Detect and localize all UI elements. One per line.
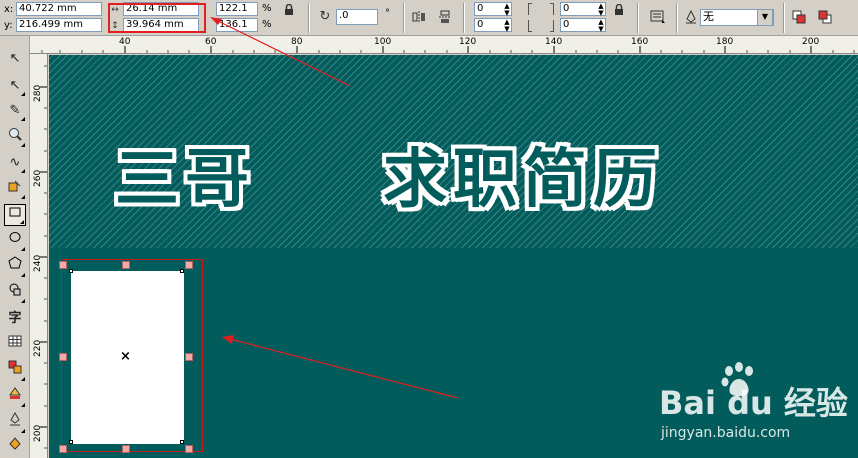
selection-handle[interactable]	[59, 261, 67, 269]
ruler-tick-label: 160	[631, 37, 649, 47]
watermark-url: jingyan.baidu.com	[661, 425, 791, 441]
separator	[676, 3, 678, 33]
text-tool-icon[interactable]: 字	[4, 308, 26, 330]
corner-top-icon	[550, 3, 554, 15]
selection-handle[interactable]	[185, 261, 193, 269]
ruler-tick-label: 240	[33, 254, 43, 272]
wrap-text-icon[interactable]	[650, 10, 665, 24]
polygon-tool-icon[interactable]	[4, 256, 26, 278]
center-marker-icon: ×	[120, 349, 131, 364]
app-window: x: 40.722 mm y: 216.499 mm ↔ 26.14 mm ↕ …	[0, 0, 858, 458]
ruler-tick-label: 180	[716, 37, 734, 47]
selection-handle[interactable]	[59, 353, 67, 361]
smart-fill-tool-icon[interactable]	[4, 178, 26, 200]
rectangle-tool-icon[interactable]	[4, 204, 26, 226]
scale-x-field[interactable]: 122.1	[216, 2, 258, 16]
scale-x-percent: %	[262, 3, 272, 14]
ruler-tick-label: 200	[33, 424, 43, 442]
ruler-tick-label: 260	[33, 169, 43, 187]
rotate-icon: ↻	[319, 9, 331, 24]
x-label: x:	[4, 4, 14, 15]
corner-node[interactable]	[69, 269, 73, 273]
mirror-vertical-icon[interactable]	[438, 10, 452, 24]
rotation-field[interactable]: .0	[336, 9, 378, 25]
title-resume-text[interactable]: 求职简历	[383, 128, 663, 220]
crop-tool-icon[interactable]: ✎	[4, 100, 26, 122]
separator	[463, 3, 465, 33]
chevron-down-icon[interactable]: ▼	[757, 9, 773, 26]
degree-label: °	[385, 8, 390, 19]
size-fields-highlight	[108, 3, 206, 33]
toolbox: ↖ ↖ ✎ ∿ 字	[0, 36, 30, 458]
spin-arrows-icon[interactable]: ▲ ▼	[502, 19, 512, 33]
lock-ratio-icon[interactable]	[282, 3, 296, 18]
horizontal-ruler[interactable]: 40 60 80 100 120 140 160 180 200	[30, 36, 858, 54]
table-tool-icon[interactable]	[4, 334, 26, 356]
separator	[403, 3, 405, 33]
selection-handle[interactable]	[59, 445, 67, 453]
basic-shapes-tool-icon[interactable]	[4, 282, 26, 304]
scale-y-percent: %	[262, 19, 272, 30]
spin-arrows-icon[interactable]: ▲ ▼	[596, 19, 606, 33]
y-position-field[interactable]: 216.499 mm	[16, 18, 102, 32]
freehand-tool-icon[interactable]: ∿	[4, 152, 26, 174]
separator	[308, 3, 310, 33]
eyedropper-tool-icon[interactable]	[4, 386, 26, 408]
vertical-ruler[interactable]: 280 260 240 220 200	[30, 54, 48, 458]
selection-handle[interactable]	[185, 353, 193, 361]
ruler-tick-label: 200	[802, 37, 820, 47]
selection-handle[interactable]	[185, 445, 193, 453]
interactive-blend-tool-icon[interactable]	[4, 360, 26, 382]
spin-arrows-icon[interactable]: ▲ ▼	[596, 3, 606, 17]
outline-tool-icon[interactable]	[4, 411, 26, 434]
scale-y-field[interactable]: 136.1	[216, 18, 258, 32]
corner-bottom-icon	[528, 20, 532, 32]
selection-handle[interactable]	[122, 445, 130, 453]
ruler-tick-label: 280	[33, 84, 43, 102]
ruler-tick-label: 40	[119, 37, 131, 47]
corner-top-icon	[528, 3, 532, 15]
outline-pen-icon	[684, 9, 698, 24]
ruler-tick-label: 100	[374, 37, 392, 47]
to-front-icon[interactable]	[792, 10, 806, 24]
spin-arrows-icon[interactable]: ▲ ▼	[502, 3, 512, 17]
watermark-logo: Bai du 经验	[659, 384, 848, 422]
ruler-tick-label: 60	[205, 37, 217, 47]
watermark: Bai du 经验 jingyan.baidu.com	[655, 361, 855, 456]
ruler-tick-label: 120	[459, 37, 477, 47]
corner-node[interactable]	[69, 440, 73, 444]
drawing-canvas[interactable]: 三哥 求职简历 × Bai du 经验 jingyan.baidu.com	[49, 55, 858, 458]
zoom-tool-icon[interactable]	[4, 126, 26, 148]
separator	[783, 3, 785, 33]
selection-handle[interactable]	[122, 261, 130, 269]
lock-corners-icon[interactable]	[612, 3, 626, 18]
ruler-tick-label: 80	[291, 37, 303, 47]
corner-bottom-icon	[550, 20, 554, 32]
corner-node[interactable]	[180, 440, 184, 444]
fill-tool-icon[interactable]	[4, 436, 26, 458]
mirror-horizontal-icon[interactable]	[412, 10, 426, 24]
pick-tool-icon[interactable]: ↖	[4, 48, 26, 70]
y-label: y:	[4, 20, 13, 31]
title-name-text[interactable]: 三哥	[115, 128, 255, 220]
x-position-field[interactable]: 40.722 mm	[16, 2, 102, 16]
ruler-tick-label: 220	[33, 339, 43, 357]
to-back-icon[interactable]	[818, 10, 832, 24]
corner-node[interactable]	[180, 269, 184, 273]
shape-tool-icon[interactable]: ↖	[4, 75, 26, 97]
separator	[637, 3, 639, 33]
ruler-tick-label: 140	[545, 37, 563, 47]
ellipse-tool-icon[interactable]	[4, 230, 26, 252]
